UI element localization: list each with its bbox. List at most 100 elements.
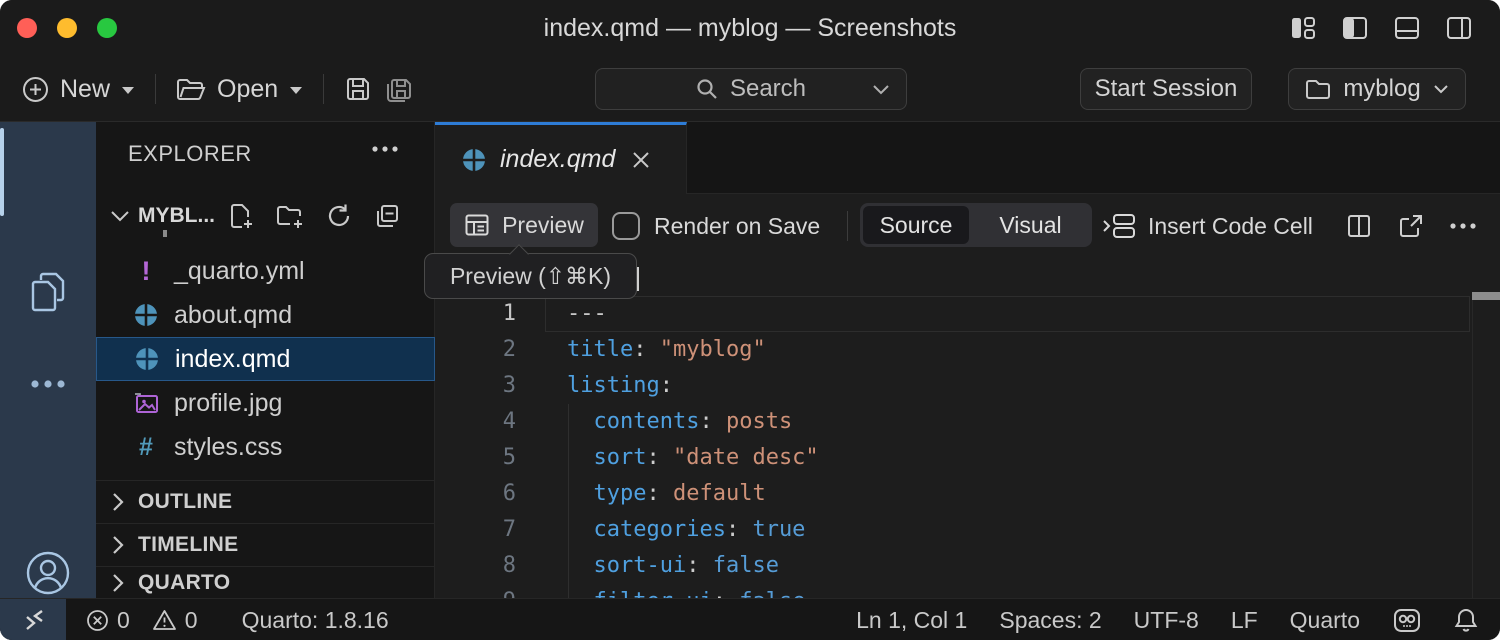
line-number: 4: [435, 404, 516, 440]
new-button[interactable]: New: [16, 75, 141, 104]
code-text: title: "myblog": [567, 332, 766, 368]
code-line-2[interactable]: 2title: "myblog": [435, 332, 1500, 368]
cursor-position-status[interactable]: Ln 1, Col 1: [856, 607, 967, 634]
status-bar: 0 0 Quarto: 1.8.16 Ln 1, Col 1 Spaces: 2…: [0, 598, 1500, 640]
explorer-more-actions-icon[interactable]: [370, 144, 400, 154]
problems-status[interactable]: 0 0: [86, 607, 198, 634]
preview-button[interactable]: Preview: [450, 203, 598, 247]
code-line-5[interactable]: 5 sort: "date desc": [435, 440, 1500, 476]
code-line-8[interactable]: 8 sort-ui: false: [435, 548, 1500, 584]
code-line-6[interactable]: 6 type: default: [435, 476, 1500, 512]
new-file-icon[interactable]: [229, 203, 254, 229]
account-icon[interactable]: [0, 550, 96, 596]
yaml-warning-icon: !: [132, 258, 160, 285]
chevron-right-icon: [112, 535, 124, 555]
more-views-icon[interactable]: [0, 378, 96, 390]
feedback-icon[interactable]: [1392, 607, 1422, 634]
split-editor-icon[interactable]: [1346, 213, 1372, 239]
quarto-file-icon: [132, 302, 160, 328]
open-button[interactable]: Open: [170, 75, 309, 104]
image-file-icon: [132, 391, 160, 415]
insert-code-cell-button[interactable]: Insert Code Cell: [1102, 194, 1313, 258]
save-all-button[interactable]: [378, 74, 422, 104]
chevron-down-icon: [289, 86, 303, 95]
new-folder-icon[interactable]: [276, 203, 304, 229]
tab-index-qmd[interactable]: index.qmd: [435, 122, 687, 194]
line-number: 5: [435, 440, 516, 476]
code-text: type: default: [567, 476, 766, 512]
insert-code-cell-icon: [1102, 212, 1136, 240]
code-text: filter-ui: false: [567, 584, 805, 598]
file-row-about-qmd[interactable]: about.qmd: [96, 293, 435, 337]
start-session-button[interactable]: Start Session: [1080, 68, 1252, 110]
divider: [155, 74, 156, 104]
timeline-section-header[interactable]: TIMELINE: [96, 523, 435, 566]
collapse-all-icon[interactable]: [374, 203, 400, 229]
code-text: ---: [567, 296, 607, 332]
explorer-panel: EXPLORER MYBL...: [96, 122, 435, 598]
toggle-left-sidebar-icon[interactable]: [1342, 15, 1368, 41]
workspace-switcher-button[interactable]: myblog: [1288, 68, 1466, 110]
code-line-9[interactable]: 9 filter-ui: false: [435, 584, 1500, 598]
file-row-index-qmd[interactable]: index.qmd: [96, 337, 435, 381]
code-line-1[interactable]: 1---: [435, 296, 1500, 332]
save-button[interactable]: [338, 75, 378, 103]
outline-section-header[interactable]: OUTLINE: [96, 480, 435, 523]
divider: [847, 211, 848, 241]
collapse-panel-button[interactable]: [0, 599, 66, 640]
editor-group: index.qmd Preview Render o: [435, 122, 1500, 598]
file-row-profile-jpg[interactable]: profile.jpg: [96, 381, 435, 425]
code-text: sort-ui: false: [567, 548, 779, 584]
code-text: contents: posts: [567, 404, 792, 440]
project-name-label: MYBL...: [138, 204, 215, 228]
line-number: 3: [435, 368, 516, 404]
window-title: index.qmd — myblog — Screenshots: [0, 0, 1500, 57]
quarto-section-header[interactable]: QUARTO: [96, 566, 435, 598]
top-action-bar: New Open: [0, 57, 1500, 122]
activity-bar: [0, 122, 96, 598]
eol-status[interactable]: LF: [1231, 607, 1258, 634]
search-input[interactable]: Search: [595, 68, 907, 110]
code-line-3[interactable]: 3 listing:: [435, 368, 1500, 404]
editor-toolbar: Preview Render on Save Source Visual: [435, 194, 1500, 258]
refresh-icon[interactable]: [326, 203, 352, 229]
tab-label: index.qmd: [500, 145, 615, 174]
customize-layout-icon[interactable]: [1290, 15, 1316, 41]
save-all-icon: [384, 74, 416, 104]
plus-circle-icon: [22, 76, 49, 103]
file-row-styles-css[interactable]: # styles.css: [96, 425, 435, 469]
code-line-7[interactable]: 7 categories: true: [435, 512, 1500, 548]
encoding-status[interactable]: UTF-8: [1134, 607, 1199, 634]
indentation-status[interactable]: Spaces: 2: [999, 607, 1101, 634]
render-on-save-checkbox[interactable]: [612, 212, 640, 240]
code-area[interactable]: 1---2title: "myblog"3listing:4 contents:…: [435, 258, 1500, 598]
explorer-title: EXPLORER: [128, 141, 252, 167]
visual-mode-button[interactable]: Visual: [969, 212, 1092, 239]
more-actions-icon[interactable]: [1448, 221, 1478, 231]
line-number: 8: [435, 548, 516, 584]
explorer-view-icon[interactable]: [0, 270, 96, 314]
quarto-version-status[interactable]: Quarto: 1.8.16: [242, 607, 389, 634]
titlebar: index.qmd — myblog — Screenshots: [0, 0, 1500, 57]
chevron-right-icon: [112, 573, 124, 593]
source-mode-button[interactable]: Source: [863, 206, 969, 244]
code-line-4[interactable]: 4 contents: posts: [435, 404, 1500, 440]
file-row-quarto-yml[interactable]: ! _quarto.yml: [96, 249, 435, 293]
language-mode-status[interactable]: Quarto: [1290, 607, 1360, 634]
render-on-save-label: Render on Save: [654, 194, 820, 258]
open-in-new-window-icon[interactable]: [1398, 213, 1424, 239]
folder-open-icon: [176, 76, 206, 102]
scrollbar-thumb[interactable]: [1472, 292, 1500, 300]
code-text: listing:: [567, 368, 673, 404]
project-section-header[interactable]: MYBL...: [96, 192, 434, 240]
toggle-right-sidebar-icon[interactable]: [1446, 15, 1472, 41]
toggle-bottom-panel-icon[interactable]: [1394, 15, 1420, 41]
notifications-bell-icon[interactable]: [1454, 607, 1478, 633]
css-file-icon: #: [132, 435, 160, 460]
divider: [323, 74, 324, 104]
quarto-file-icon: [461, 147, 487, 173]
close-tab-icon[interactable]: [631, 150, 651, 170]
preview-icon: [464, 212, 490, 238]
chevron-down-icon: [872, 84, 890, 95]
clipped-row-artifact: [163, 230, 167, 237]
